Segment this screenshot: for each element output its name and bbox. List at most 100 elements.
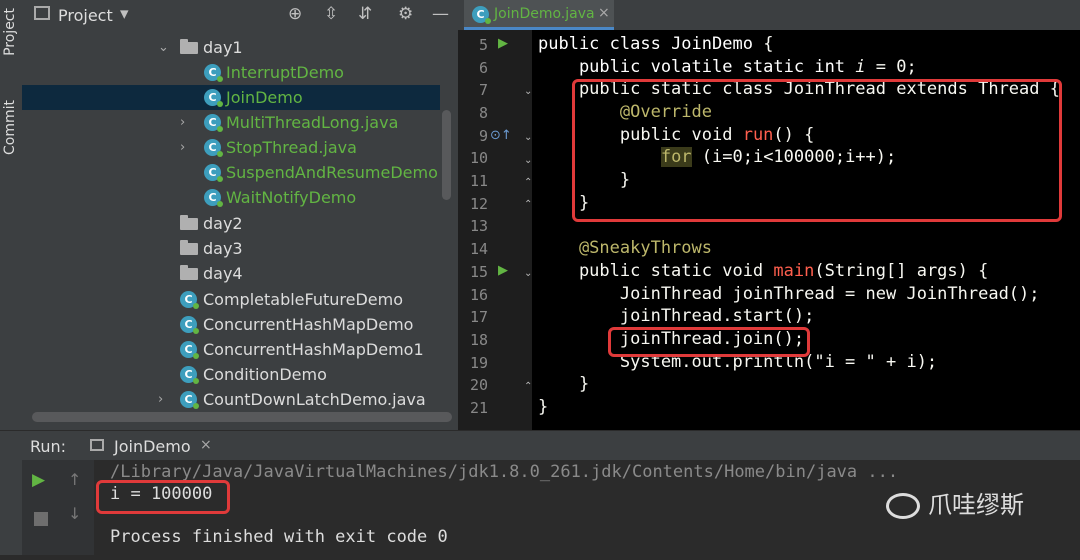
tree-item-concurrenthashmapdemo[interactable]: C ConcurrentHashMapDemo: [22, 312, 440, 337]
run-panel-label: Run:: [30, 437, 67, 456]
fold-icon[interactable]: ⌃: [524, 177, 532, 188]
line-number: 7: [478, 81, 488, 99]
console-icon: [90, 439, 104, 451]
code-line-5[interactable]: public class JoinDemo {: [538, 34, 773, 54]
code-editor: C JoinDemo.java × 5 6 7 8 9 10 11 12 13 …: [458, 0, 1080, 430]
class-icon: C: [204, 164, 223, 182]
project-panel: Project ▾ ⊕ ⇳ ⇵ ⚙ — ⌄ day1 C InterruptDe…: [22, 0, 458, 430]
class-icon: C: [204, 114, 223, 132]
commit-tool-tab[interactable]: Commit: [2, 100, 18, 155]
tree-item-label: StopThread.java: [226, 138, 357, 157]
chevron-right-icon[interactable]: ›: [180, 110, 185, 135]
console-line-exit: Process finished with exit code 0: [110, 527, 448, 547]
code-token: main: [773, 261, 815, 281]
tree-item-multithreadlong[interactable]: › C MultiThreadLong.java: [22, 110, 440, 135]
tree-item-conditiondemo[interactable]: C ConditionDemo: [22, 362, 440, 387]
fold-icon[interactable]: ⌃: [524, 199, 532, 210]
project-panel-header: Project ▾ ⊕ ⇳ ⇵ ⚙ —: [22, 0, 458, 30]
code-line-14[interactable]: @SneakyThrows: [538, 238, 712, 258]
run-main-icon[interactable]: ▶: [498, 263, 508, 278]
stop-icon[interactable]: [34, 512, 48, 526]
tree-item-interruptdemo[interactable]: C InterruptDemo: [22, 60, 440, 85]
arrow-down-icon[interactable]: ↓: [68, 504, 81, 523]
tree-item-day3[interactable]: day3: [22, 236, 440, 261]
highlight-box-jointhread-class: [572, 79, 1062, 222]
collapse-all-icon[interactable]: ⇵: [358, 4, 372, 24]
arrow-up-icon[interactable]: ↑: [68, 470, 81, 489]
tree-item-concurrenthashmapdemo1[interactable]: C ConcurrentHashMapDemo1: [22, 337, 440, 362]
project-tool-tab[interactable]: Project: [2, 8, 18, 56]
tree-item-day4[interactable]: day4: [22, 261, 440, 286]
class-icon: C: [472, 6, 491, 24]
class-icon: C: [204, 189, 223, 207]
chevron-down-icon[interactable]: ▾: [120, 4, 129, 24]
line-number: 21: [469, 399, 488, 417]
code-token: (String[] args) {: [814, 261, 989, 281]
class-icon: C: [204, 139, 223, 157]
run-toolbar: ▶ ↑ ↓: [22, 460, 94, 555]
tree-item-label: day2: [203, 214, 243, 233]
tree-item-label: InterruptDemo: [226, 63, 344, 82]
minimize-icon[interactable]: —: [432, 4, 449, 24]
highlight-box-join-call: [608, 327, 810, 357]
folder-icon: [180, 39, 198, 54]
class-icon: C: [204, 64, 223, 82]
tree-item-day1[interactable]: ⌄ day1: [22, 35, 440, 60]
fold-icon[interactable]: ⌃: [524, 381, 532, 392]
folder-icon: [180, 240, 198, 255]
code-token: = 0;: [865, 57, 917, 77]
gear-icon[interactable]: ⚙: [398, 4, 413, 24]
tree-item-label: JoinDemo: [226, 88, 303, 107]
chevron-down-icon[interactable]: ⌄: [158, 35, 169, 60]
class-icon: C: [180, 366, 199, 384]
fold-icon[interactable]: ⌄: [524, 268, 532, 279]
tree-item-suspendandresumedemo[interactable]: C SuspendAndResumeDemo: [22, 160, 440, 185]
tree-item-label: day1: [203, 38, 243, 57]
override-icon[interactable]: ⊙↑: [490, 128, 512, 143]
code-line-20[interactable]: }: [538, 374, 589, 394]
code-line-6[interactable]: public volatile static int i = 0;: [538, 57, 917, 77]
expand-all-icon[interactable]: ⇳: [324, 4, 338, 24]
code-line-21[interactable]: }: [538, 397, 548, 417]
run-tab-joindemo[interactable]: JoinDemo: [114, 437, 191, 456]
code-line-16[interactable]: JoinThread joinThread = new JoinThread()…: [538, 284, 1040, 304]
project-view-icon: [34, 6, 50, 20]
tab-joindemo[interactable]: C JoinDemo.java ×: [464, 0, 614, 30]
tree-item-completablefuturedemo[interactable]: C CompletableFutureDemo: [22, 287, 440, 312]
chevron-right-icon[interactable]: ›: [158, 387, 163, 412]
class-icon: C: [180, 316, 199, 334]
tree-item-stopthread[interactable]: › C StopThread.java: [22, 135, 440, 160]
tree-item-label: SuspendAndResumeDemo: [226, 163, 438, 182]
tree-item-label: WaitNotifyDemo: [226, 188, 357, 207]
tree-item-countdownlatchdemo[interactable]: › C CountDownLatchDemo.java: [22, 387, 440, 412]
project-vertical-scrollbar[interactable]: [442, 110, 451, 200]
tree-item-label: ConditionDemo: [203, 365, 327, 384]
fold-icon[interactable]: ⌄: [524, 86, 532, 97]
tree-item-label: day3: [203, 239, 243, 258]
chevron-right-icon[interactable]: ›: [180, 135, 185, 160]
code-token: public class: [538, 34, 672, 54]
close-icon[interactable]: ×: [598, 5, 610, 21]
line-number: 20: [469, 376, 488, 394]
run-class-icon[interactable]: ▶: [498, 36, 508, 51]
fold-icon[interactable]: ⌄: [524, 155, 532, 166]
tree-item-waitnotifydemo[interactable]: C WaitNotifyDemo: [22, 185, 440, 210]
project-horizontal-scrollbar[interactable]: [32, 412, 452, 422]
tree-item-joindemo[interactable]: C JoinDemo: [22, 85, 440, 110]
locate-icon[interactable]: ⊕: [288, 4, 302, 24]
code-line-15[interactable]: public static void main(String[] args) {: [538, 261, 988, 281]
tree-item-label: CompletableFutureDemo: [203, 290, 404, 309]
tree-item-day2[interactable]: day2: [22, 211, 440, 236]
line-number: 11: [469, 172, 488, 190]
console-line-command: /Library/Java/JavaVirtualMachines/jdk1.8…: [110, 462, 899, 482]
project-panel-title[interactable]: Project: [58, 6, 113, 25]
editor-tab-bar: C JoinDemo.java ×: [458, 0, 1080, 30]
line-number: 17: [469, 308, 488, 326]
line-number: 5: [478, 36, 488, 54]
rerun-icon[interactable]: ▶: [32, 470, 45, 490]
fold-icon[interactable]: ⌄: [524, 132, 532, 143]
code-line-17[interactable]: joinThread.start();: [538, 306, 814, 326]
line-number: 6: [478, 59, 488, 77]
folder-icon: [180, 265, 198, 280]
close-icon[interactable]: ×: [200, 437, 212, 453]
